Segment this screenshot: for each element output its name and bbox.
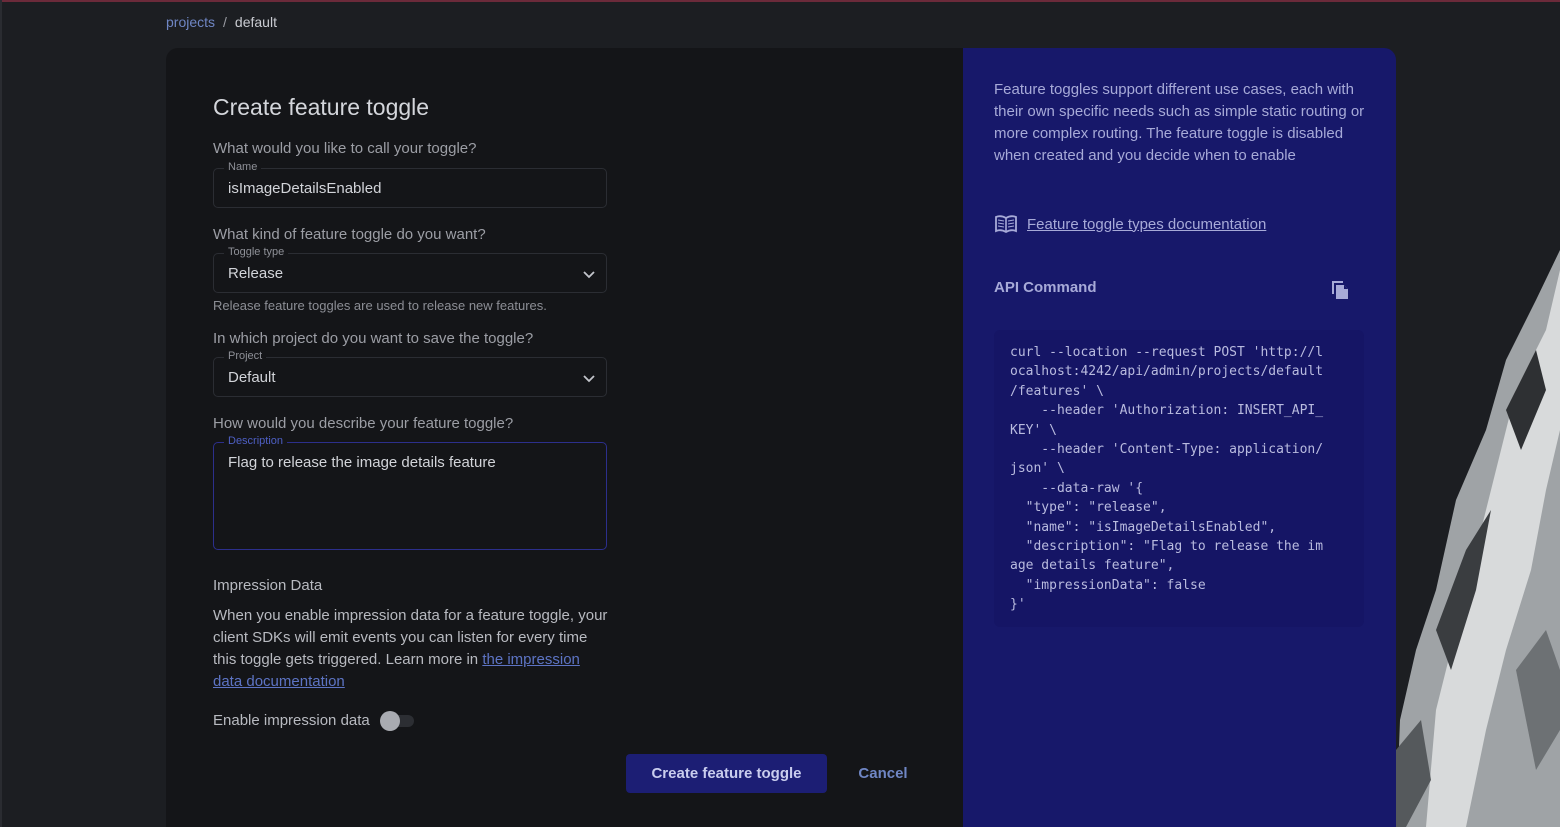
switch-thumb [379, 711, 400, 731]
name-field-value[interactable]: isImageDetailsEnabled [228, 180, 381, 197]
breadcrumb-projects-link[interactable]: projects [166, 14, 215, 30]
project-select[interactable]: Project Default [213, 350, 607, 397]
window-top-border [0, 0, 1560, 2]
project-value: Default [228, 369, 276, 386]
page-title: Create feature toggle [213, 94, 430, 120]
toggle-type-value: Release [228, 265, 284, 282]
api-command-heading: API Command [994, 279, 1097, 296]
chevron-down-icon [583, 271, 595, 279]
api-command-box: curl --location --request POST 'http://l… [994, 330, 1364, 627]
toggle-type-label: Toggle type [224, 246, 289, 258]
breadcrumb: projects / default [166, 14, 277, 30]
api-command-code: curl --location --request POST 'http://l… [1010, 345, 1324, 613]
cancel-button[interactable]: Cancel [838, 754, 928, 793]
book-icon [995, 215, 1017, 234]
toggle-type-select[interactable]: Toggle type Release [213, 246, 607, 293]
doc-link-text[interactable]: Feature toggle types documentation [1027, 216, 1266, 233]
create-feature-toggle-modal: Create feature toggle What would you lik… [166, 48, 1396, 827]
window-left-border [0, 0, 2, 827]
impression-data-switch[interactable] [379, 710, 416, 731]
background-artwork [1396, 250, 1560, 827]
copy-icon[interactable] [1327, 277, 1351, 301]
name-field[interactable]: Name isImageDetailsEnabled [213, 161, 607, 208]
feature-toggle-types-doc-link[interactable]: Feature toggle types documentation [994, 214, 1266, 234]
project-question: In which project do you want to save the… [213, 330, 534, 347]
type-question: What kind of feature toggle do you want? [213, 226, 486, 243]
breadcrumb-separator: / [223, 14, 227, 30]
help-sidebar: Feature toggles support different use ca… [963, 48, 1396, 827]
name-question: What would you like to call your toggle? [213, 140, 477, 157]
name-field-label: Name [224, 161, 262, 173]
impression-data-heading: Impression Data [213, 577, 323, 594]
description-textarea[interactable]: Description Flag to release the image de… [213, 435, 607, 550]
impression-toggle-row: Enable impression data [213, 710, 416, 731]
chevron-down-icon [583, 375, 595, 383]
description-label: Description [224, 435, 288, 447]
description-value[interactable]: Flag to release the image details featur… [228, 454, 496, 471]
impression-data-text: When you enable impression data for a fe… [213, 605, 613, 693]
breadcrumb-current: default [234, 14, 277, 30]
toggle-type-helper: Release feature toggles are used to rele… [213, 298, 547, 313]
project-label: Project [224, 350, 267, 362]
sidebar-description: Feature toggles support different use ca… [994, 81, 1365, 164]
description-question: How would you describe your feature togg… [213, 415, 514, 432]
impression-toggle-label: Enable impression data [213, 711, 370, 729]
form-pane: Create feature toggle What would you lik… [166, 48, 963, 827]
create-feature-toggle-button[interactable]: Create feature toggle [626, 754, 827, 793]
